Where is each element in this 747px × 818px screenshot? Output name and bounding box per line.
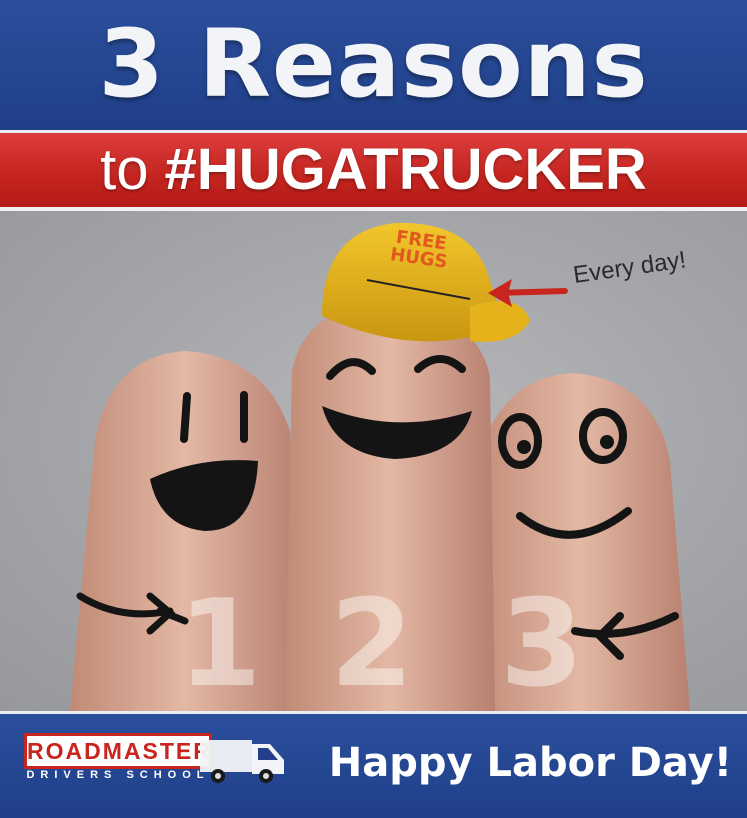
subline: to #HUGATRUCKER <box>0 133 747 207</box>
footer-message: Happy Labor Day! <box>328 740 732 786</box>
finger-number-1: 1 <box>178 575 262 714</box>
subline-prefix: to <box>100 137 149 202</box>
logo-wordmark: ROADMASTER <box>24 733 212 769</box>
truck-icon <box>200 740 284 783</box>
hashtag: #HUGATRUCKER <box>164 137 647 202</box>
finger-number-3: 3 <box>500 575 584 714</box>
logo-subtitle: DRIVERS SCHOOL <box>26 769 210 781</box>
finger-number-2: 2 <box>330 575 414 714</box>
headline: 3 Reasons <box>98 10 649 119</box>
